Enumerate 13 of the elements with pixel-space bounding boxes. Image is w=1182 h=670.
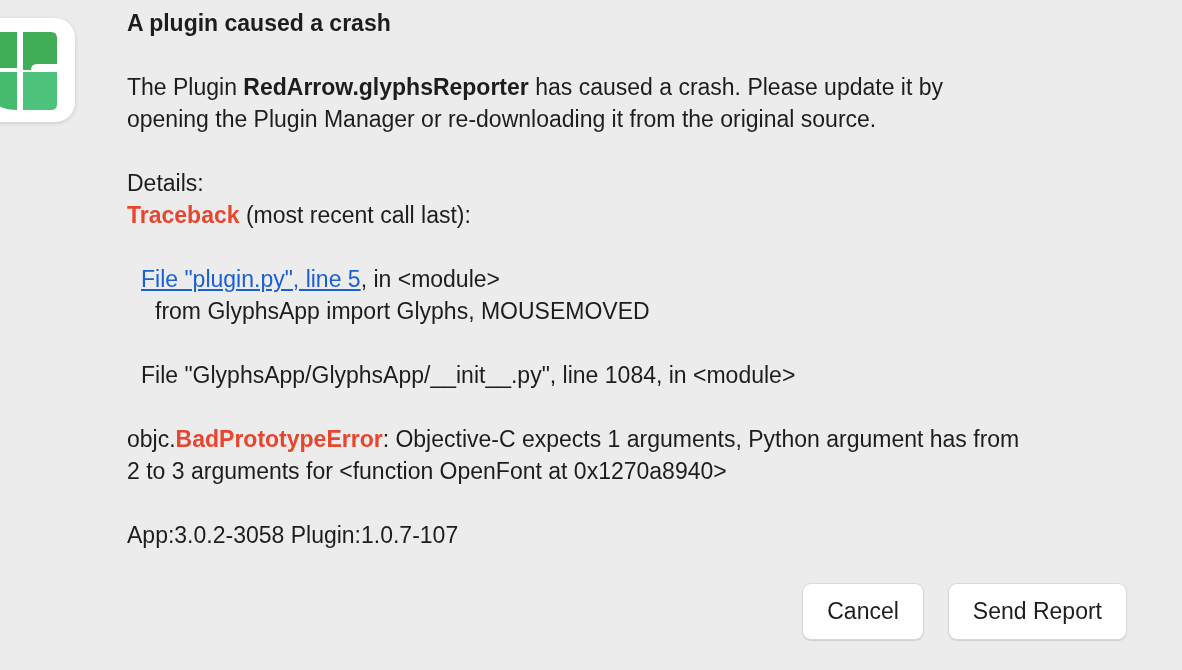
dialog-title: A plugin caused a crash [127,9,392,38]
traceback-line: objc.BadPrototypeError: Objective-C expects 1 arguments, Python argument has from 2 to 3 arguments for <function OpenFont at 0x1270a8940> [127,425,1021,486]
traceback-line: File "GlyphsApp/GlyphsApp/__init__.py", line 1084, in <module> [140,361,797,390]
traceback-line: from GlyphsApp import Glyphs, MOUSEMOVED [154,297,651,326]
dialog-button[interactable]: Cancel [802,583,924,640]
file-link[interactable]: File "plugin.py", line 5 [141,266,361,292]
traceback-line: App:3.0.2-3058 Plugin:1.0.7-107 [127,521,460,550]
message-text: The Plugin RedArrow.glyphsReporter has caused a crash. Please update it by opening the Plugin Manager or re-downloading it from the original source. [127,73,945,134]
traceback-line: Details: [127,169,205,198]
dialog-button[interactable]: Send Report [947,583,1127,640]
traceback-line: Traceback (most recent call last): [127,201,472,230]
app-icon [0,18,75,122]
traceback-line: File "plugin.py", line 5, in <module> [140,265,501,294]
